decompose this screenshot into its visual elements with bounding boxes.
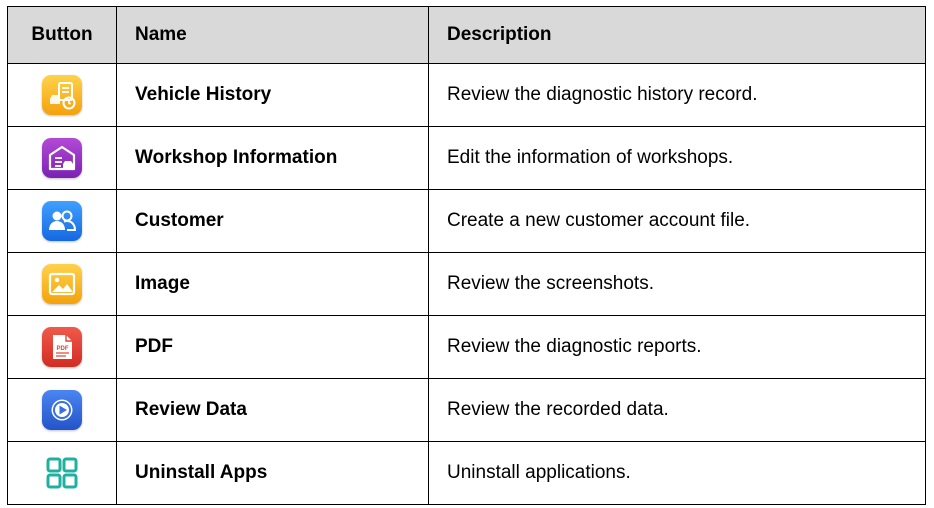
- row-name: Uninstall Apps: [116, 441, 429, 505]
- button-cell: [7, 252, 117, 316]
- table-row: Review Data Review the recorded data.: [7, 378, 926, 442]
- row-description: Uninstall applications.: [428, 441, 926, 505]
- row-name: Vehicle History: [116, 63, 429, 127]
- row-description: Review the screenshots.: [428, 252, 926, 316]
- table-row: Customer Create a new customer account f…: [7, 189, 926, 253]
- pdf-glyph-text: PDF: [57, 346, 69, 352]
- row-description: Create a new customer account file.: [428, 189, 926, 253]
- image-icon: [42, 264, 82, 304]
- row-name: PDF: [116, 315, 429, 379]
- header-button: Button: [7, 6, 117, 64]
- table-row: Vehicle History Review the diagnostic hi…: [7, 63, 926, 127]
- table-row: Workshop Information Edit the informatio…: [7, 126, 926, 190]
- table-row: Image Review the screenshots.: [7, 252, 926, 316]
- review-data-icon: [42, 390, 82, 430]
- button-cell: [7, 189, 117, 253]
- button-cell: [7, 126, 117, 190]
- workshop-information-icon: [42, 138, 82, 178]
- header-description: Description: [428, 6, 926, 64]
- row-description: Review the diagnostic reports.: [428, 315, 926, 379]
- pdf-icon: PDF: [42, 327, 82, 367]
- row-name: Customer: [116, 189, 429, 253]
- vehicle-history-icon: [42, 75, 82, 115]
- table-row: Uninstall Apps Uninstall applications.: [7, 441, 926, 505]
- button-reference-table: Button Name Description Vehicle History …: [7, 6, 926, 505]
- customer-icon: [42, 201, 82, 241]
- row-description: Edit the information of workshops.: [428, 126, 926, 190]
- table-row: PDF PDF Review the diagnostic reports.: [7, 315, 926, 379]
- row-name: Workshop Information: [116, 126, 429, 190]
- uninstall-apps-icon: [42, 453, 82, 493]
- table-header-row: Button Name Description: [7, 6, 926, 64]
- button-cell: PDF: [7, 315, 117, 379]
- button-cell: [7, 63, 117, 127]
- header-name: Name: [116, 6, 429, 64]
- row-name: Review Data: [116, 378, 429, 442]
- row-name: Image: [116, 252, 429, 316]
- button-cell: [7, 441, 117, 505]
- row-description: Review the diagnostic history record.: [428, 63, 926, 127]
- button-cell: [7, 378, 117, 442]
- row-description: Review the recorded data.: [428, 378, 926, 442]
